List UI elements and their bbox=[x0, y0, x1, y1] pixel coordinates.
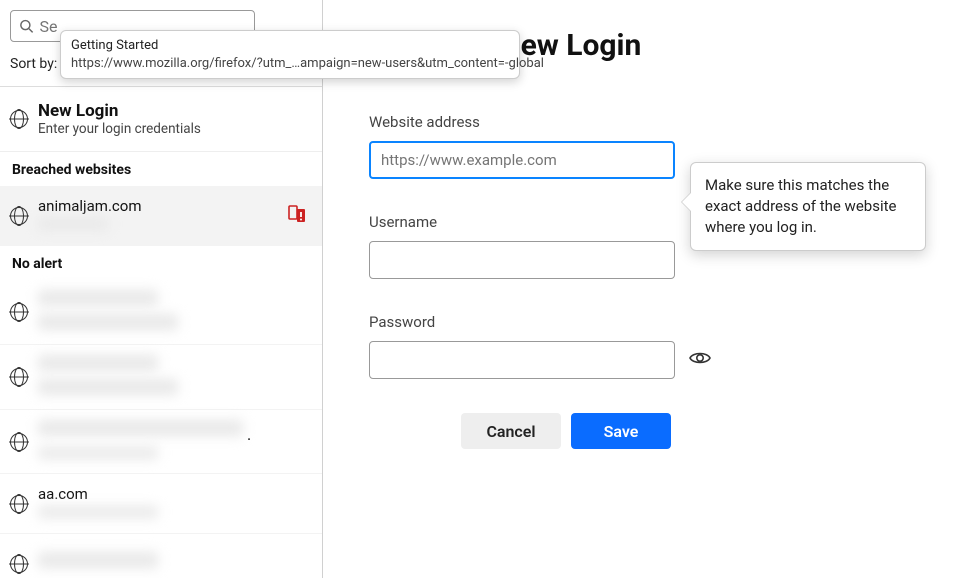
login-site: aa.com bbox=[38, 485, 158, 503]
redacted-username bbox=[38, 447, 158, 459]
globe-icon bbox=[10, 555, 28, 573]
login-site: animaljam.com bbox=[38, 197, 141, 215]
redacted-username bbox=[38, 314, 178, 330]
password-label: Password bbox=[369, 313, 914, 331]
redacted-site bbox=[38, 420, 243, 436]
globe-icon bbox=[10, 433, 28, 451]
login-item[interactable] bbox=[0, 345, 322, 410]
tooltip-title: Getting Started bbox=[71, 37, 509, 55]
password-input[interactable] bbox=[369, 341, 675, 379]
redacted-site bbox=[38, 552, 158, 568]
redacted-site bbox=[38, 355, 158, 371]
new-login-item[interactable]: New Login Enter your login credentials bbox=[0, 87, 322, 152]
globe-icon bbox=[10, 368, 28, 386]
login-item[interactable]: aa.com bbox=[0, 474, 322, 534]
search-icon bbox=[19, 18, 34, 34]
redacted-username bbox=[38, 506, 158, 518]
reveal-password-icon[interactable] bbox=[689, 350, 711, 370]
redacted-site bbox=[38, 290, 158, 306]
globe-icon bbox=[10, 207, 28, 225]
tooltip-url: https://www.mozilla.org/firefox/?utm_…am… bbox=[71, 55, 509, 73]
website-label: Website address bbox=[369, 113, 914, 131]
website-hint-popover: Make sure this matches the exact address… bbox=[690, 162, 926, 251]
redacted-username bbox=[38, 218, 108, 230]
new-login-title: New Login bbox=[38, 101, 201, 121]
login-list[interactable]: New Login Enter your login credentials B… bbox=[0, 86, 322, 578]
cancel-button[interactable]: Cancel bbox=[461, 413, 561, 449]
login-item[interactable] bbox=[0, 280, 322, 345]
website-address-input[interactable] bbox=[369, 141, 675, 179]
globe-icon bbox=[10, 110, 28, 128]
save-button[interactable]: Save bbox=[571, 413, 671, 449]
globe-icon bbox=[10, 495, 28, 513]
main-panel: Create New Login Website address Usernam… bbox=[323, 0, 960, 578]
tab-tooltip: Getting Started https://www.mozilla.org/… bbox=[60, 30, 520, 79]
redacted-username bbox=[38, 379, 178, 395]
section-no-alert: No alert bbox=[0, 246, 322, 280]
hint-text: Make sure this matches the exact address… bbox=[705, 176, 896, 236]
login-item[interactable] bbox=[0, 534, 322, 578]
new-login-subtitle: Enter your login credentials bbox=[38, 121, 201, 137]
breach-alert-icon bbox=[288, 205, 308, 227]
section-breached: Breached websites bbox=[0, 152, 322, 186]
login-item[interactable]: . bbox=[0, 410, 322, 474]
dot: . bbox=[247, 425, 251, 444]
username-input[interactable] bbox=[369, 241, 675, 279]
sort-label: Sort by: bbox=[10, 56, 57, 72]
login-item-breached[interactable]: animaljam.com bbox=[0, 186, 322, 246]
sidebar: Sort by: Alerts 1,387 logins New Login E… bbox=[0, 0, 323, 578]
globe-icon bbox=[10, 303, 28, 321]
